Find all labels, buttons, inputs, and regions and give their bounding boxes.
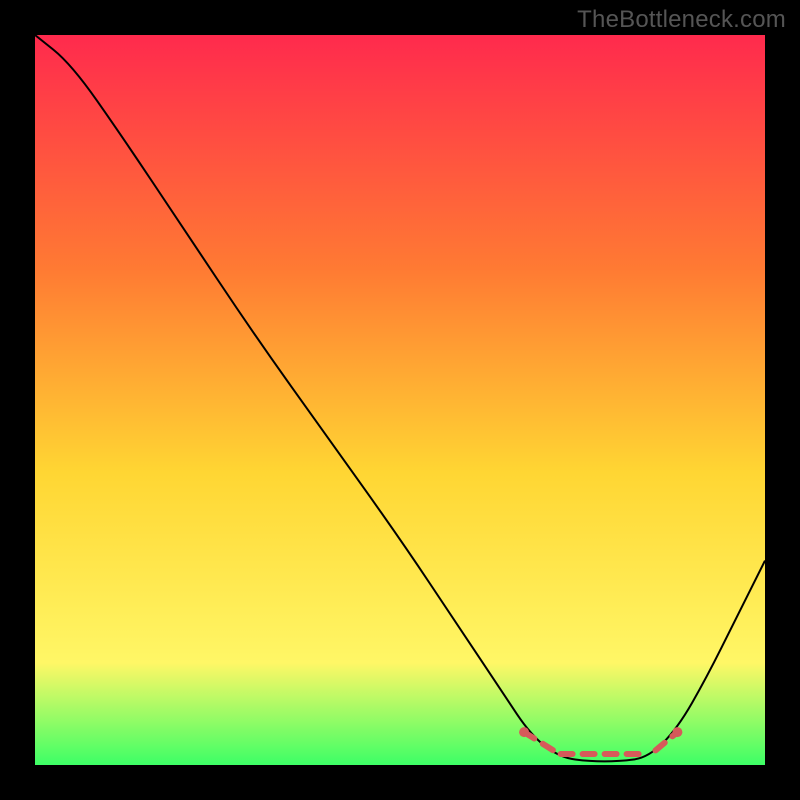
valley-endpoint [519,727,529,737]
watermark-text: TheBottleneck.com [577,6,786,34]
chart-svg [35,35,765,765]
chart-container: TheBottleneck.com [0,0,800,800]
gradient-background [35,35,765,765]
plot-area [35,35,765,765]
valley-endpoint [672,727,682,737]
